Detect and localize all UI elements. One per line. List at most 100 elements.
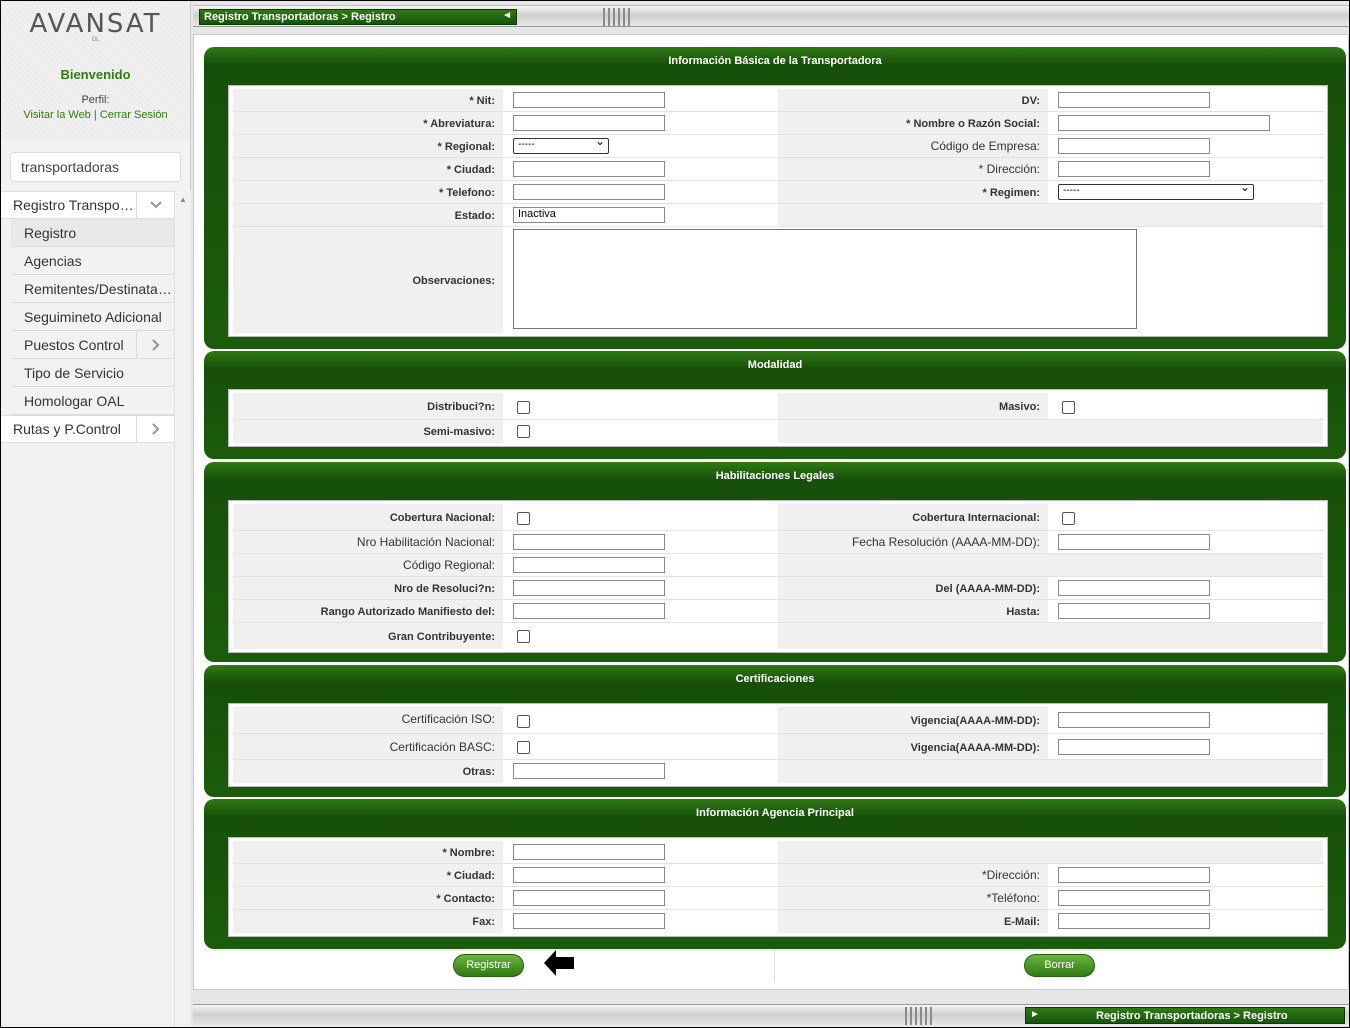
logout-link[interactable]: Cerrar Sesión (100, 109, 168, 121)
form-certificaciones: Certificación ISO: Vigencia(AAAA-MM-DD):… (228, 703, 1328, 787)
cobertura-nacional-checkbox[interactable] (517, 512, 530, 525)
basc-checkbox[interactable] (517, 741, 530, 754)
resize-grip-icon[interactable] (603, 8, 630, 26)
link-separator: | (90, 109, 100, 121)
menu-item-label: Registro (24, 224, 77, 241)
dv-field[interactable] (1058, 92, 1210, 108)
chevron-down-icon[interactable] (136, 192, 174, 218)
expand-right-icon[interactable]: ► (1030, 1009, 1040, 1020)
menu-item-tipo-servicio[interactable]: Tipo de Servicio (11, 359, 174, 387)
menu-search-input[interactable]: transportadoras (10, 152, 181, 182)
agencia-contacto-field[interactable] (513, 890, 665, 906)
nro-habilitacion-field[interactable] (513, 534, 665, 550)
codigo-regional-field[interactable] (513, 557, 665, 573)
form-row: * Ciudad: *Dirección: (233, 864, 1324, 887)
visit-web-link[interactable]: Visitar la Web (23, 109, 90, 121)
ciudad-field[interactable] (513, 161, 665, 177)
form-row: Distribuci?n: Masivo: (233, 393, 1324, 420)
menu-item-registro[interactable]: Registro (11, 219, 174, 247)
registrar-button[interactable]: Registrar (453, 954, 524, 977)
sidebar-menu: Registro Transportadoras Registro Agenci… (1, 191, 174, 443)
section-agencia-principal: Información Agencia Principal * Nombre: … (204, 799, 1346, 949)
estado-field[interactable]: Inactiva (513, 207, 665, 223)
gran-contribuyente-checkbox[interactable] (517, 630, 530, 643)
observaciones-textarea[interactable] (513, 229, 1137, 329)
distribucion-checkbox[interactable] (517, 401, 530, 414)
resize-grip-icon[interactable] (905, 1007, 932, 1025)
form-row: Gran Contribuyente: (233, 623, 1324, 649)
ciudad-label: * Ciudad: (233, 158, 503, 180)
cobertura-internacional-label: Cobertura Internacional: (778, 504, 1048, 530)
top-bar: Registro Transportadoras > Registro ◄ (193, 5, 1349, 27)
iso-label: Certificación ISO: (233, 707, 503, 733)
breadcrumb-text: Registro Transportadoras > Registro (1096, 1010, 1288, 1022)
hasta-label: Hasta: (778, 600, 1048, 622)
collapse-left-icon[interactable]: ◄ (502, 10, 512, 21)
form-habilitaciones: Cobertura Nacional: Cobertura Internacio… (228, 500, 1328, 653)
razon-social-label: * Nombre o Razón Social: (778, 112, 1048, 134)
direccion-field[interactable] (1058, 161, 1210, 177)
fecha-resolucion-field[interactable] (1058, 534, 1210, 550)
regional-select[interactable]: ----- (513, 134, 609, 154)
hasta-field[interactable] (1058, 603, 1210, 619)
form-row: Otras: (233, 760, 1324, 783)
agencia-ciudad-label: * Ciudad: (233, 864, 503, 886)
del-label: Del (AAAA-MM-DD): (778, 577, 1048, 599)
iso-checkbox[interactable] (517, 715, 530, 728)
rango-field[interactable] (513, 603, 665, 619)
menu-item-label: Rutas y P.Control (13, 421, 121, 437)
menu-item-registro-transportadoras[interactable]: Registro Transportadoras (1, 191, 174, 219)
scroll-up-icon[interactable]: ▲ (175, 195, 191, 204)
semimasivo-checkbox[interactable] (517, 425, 530, 438)
chevron-right-icon[interactable] (136, 331, 174, 358)
agencia-telefono-field[interactable] (1058, 890, 1210, 906)
menu-item-seguimiento[interactable]: Seguimineto Adicional (11, 303, 174, 331)
codigo-regional-label: Código Regional: (233, 554, 503, 576)
menu-item-homologar-oal[interactable]: Homologar OAL (11, 387, 174, 415)
menu-item-remitentes[interactable]: Remitentes/Destinatarios (11, 275, 174, 303)
menu-item-label: Agencias (24, 252, 82, 269)
agencia-ciudad-field[interactable] (513, 867, 665, 883)
razon-social-field[interactable] (1058, 115, 1270, 131)
regimen-select[interactable]: ----- (1058, 180, 1254, 200)
chevron-right-icon[interactable] (136, 416, 174, 442)
agencia-direccion-field[interactable] (1058, 867, 1210, 883)
form-row: Semi-masivo: (233, 420, 1324, 443)
codigo-empresa-field[interactable] (1058, 138, 1210, 154)
form-row: * Abreviatura: * Nombre o Razón Social: (233, 112, 1324, 135)
vigencia-iso-label: Vigencia(AAAA-MM-DD): (778, 707, 1048, 733)
menu-item-agencias[interactable]: Agencias (11, 247, 174, 275)
agencia-email-field[interactable] (1058, 913, 1210, 929)
masivo-checkbox[interactable] (1062, 401, 1075, 414)
menu-item-label: Registro Transportadoras (13, 197, 136, 213)
form-row: Nro Habilitación Nacional: Fecha Resoluc… (233, 531, 1324, 554)
otras-field[interactable] (513, 763, 665, 779)
vigencia-basc-field[interactable] (1058, 739, 1210, 755)
vigencia-iso-field[interactable] (1058, 712, 1210, 728)
agencia-telefono-label: *Teléfono: (778, 887, 1048, 909)
agencia-nombre-field[interactable] (513, 844, 665, 860)
rango-label: Rango Autorizado Manifiesto del: (233, 600, 503, 622)
menu-item-label: Homologar OAL (24, 392, 125, 409)
form-row: * Nombre: (233, 841, 1324, 864)
otras-label: Otras: (233, 760, 503, 783)
breadcrumb-text: Registro Transportadoras > Registro (204, 11, 396, 23)
direccion-label: * Dirección: (778, 158, 1048, 180)
menu-item-rutas[interactable]: Rutas y P.Control (1, 415, 174, 443)
nit-field[interactable] (513, 92, 665, 108)
nro-resolucion-field[interactable] (513, 580, 665, 596)
del-field[interactable] (1058, 580, 1210, 596)
sidebar-scrollbar[interactable]: ▲ (174, 191, 191, 1027)
menu-item-puestos-control[interactable]: Puestos Control (11, 331, 174, 359)
form-row: Estado: Inactiva (233, 204, 1324, 227)
abreviatura-label: * Abreviatura: (233, 112, 503, 134)
telefono-field[interactable] (513, 184, 665, 200)
dv-label: DV: (778, 89, 1048, 111)
agencia-fax-field[interactable] (513, 913, 665, 929)
masivo-label: Masivo: (778, 393, 1048, 419)
form-row: Rango Autorizado Manifiesto del: Hasta: (233, 600, 1324, 623)
borrar-button[interactable]: Borrar (1024, 954, 1095, 977)
menu-item-label: Seguimineto Adicional (24, 308, 162, 325)
cobertura-internacional-checkbox[interactable] (1062, 512, 1075, 525)
abreviatura-field[interactable] (513, 115, 665, 131)
